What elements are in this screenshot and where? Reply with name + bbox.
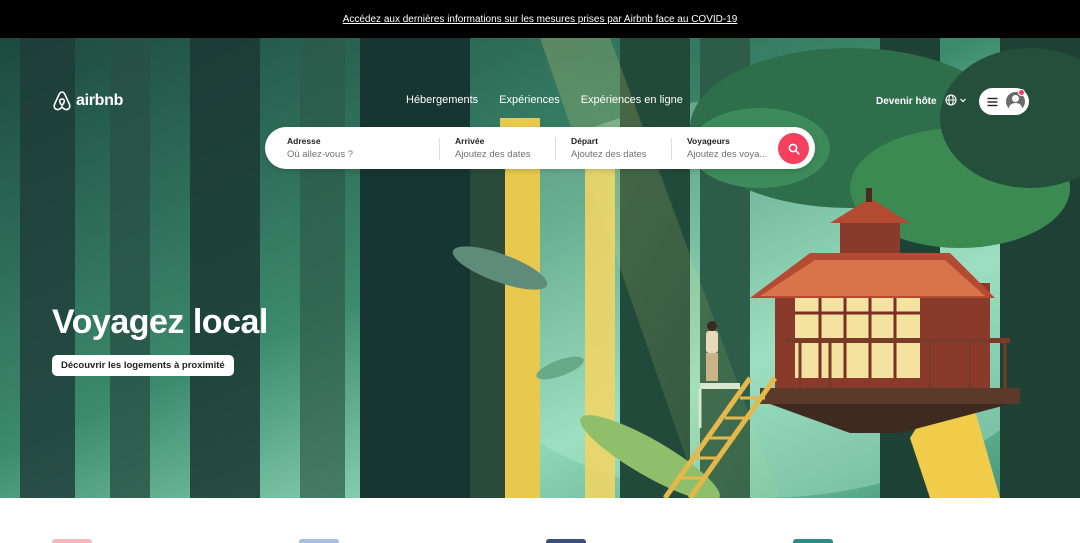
- become-host-link[interactable]: Devenir hôte: [876, 96, 937, 107]
- address-label: Adresse: [287, 136, 321, 146]
- category-card-peek[interactable]: [546, 539, 586, 543]
- search-field-checkin[interactable]: Arrivée Ajoutez des dates: [455, 136, 531, 160]
- search-field-address[interactable]: Adresse Où allez-vous ?: [287, 136, 353, 160]
- language-selector[interactable]: [945, 94, 967, 106]
- covid-info-link[interactable]: Accédez aux dernières informations sur l…: [343, 14, 738, 25]
- search-button[interactable]: [778, 133, 809, 164]
- treehouse-illustration: [0, 38, 1080, 498]
- category-card-peek[interactable]: [52, 539, 92, 543]
- address-placeholder: Où allez-vous ?: [287, 149, 354, 160]
- main-nav-tabs: Hébergements Expériences Expériences en …: [406, 94, 683, 106]
- checkout-placeholder: Ajoutez des dates: [571, 149, 647, 160]
- tab-online-experiences[interactable]: Expériences en ligne: [581, 94, 683, 106]
- category-card-peek[interactable]: [793, 539, 833, 543]
- checkin-placeholder: Ajoutez des dates: [455, 149, 531, 160]
- checkout-label: Départ: [571, 136, 598, 146]
- tab-experiences[interactable]: Expériences: [499, 94, 560, 106]
- chevron-down-icon: [960, 98, 966, 103]
- guests-placeholder: Ajoutez des voya...: [687, 149, 768, 160]
- checkin-label: Arrivée: [455, 136, 485, 146]
- explore-nearby-button[interactable]: Découvrir les logements à proximité: [52, 355, 234, 376]
- covid-announcement-bar: Accédez aux dernières informations sur l…: [0, 0, 1080, 38]
- notification-badge: [1018, 89, 1025, 96]
- tab-stays[interactable]: Hébergements: [406, 94, 478, 106]
- hero-title: Voyagez local: [52, 303, 268, 341]
- guests-label: Voyageurs: [687, 136, 730, 146]
- search-field-checkout[interactable]: Départ Ajoutez des dates: [571, 136, 647, 160]
- search-bar: Adresse Où allez-vous ? Arrivée Ajoutez …: [265, 127, 815, 169]
- hamburger-icon: [987, 97, 998, 106]
- search-divider: [555, 138, 556, 160]
- category-card-peek[interactable]: [299, 539, 339, 543]
- search-divider: [439, 138, 440, 160]
- airbnb-belo-icon: [53, 91, 71, 111]
- search-field-guests[interactable]: Voyageurs Ajoutez des voya...: [687, 136, 767, 160]
- hero-section: airbnb Hébergements Expériences Expérien…: [0, 38, 1080, 498]
- search-divider: [671, 138, 672, 160]
- globe-icon: [945, 94, 957, 106]
- logo-wordmark: airbnb: [76, 92, 124, 109]
- search-icon: [788, 143, 800, 155]
- airbnb-logo[interactable]: airbnb: [52, 90, 123, 112]
